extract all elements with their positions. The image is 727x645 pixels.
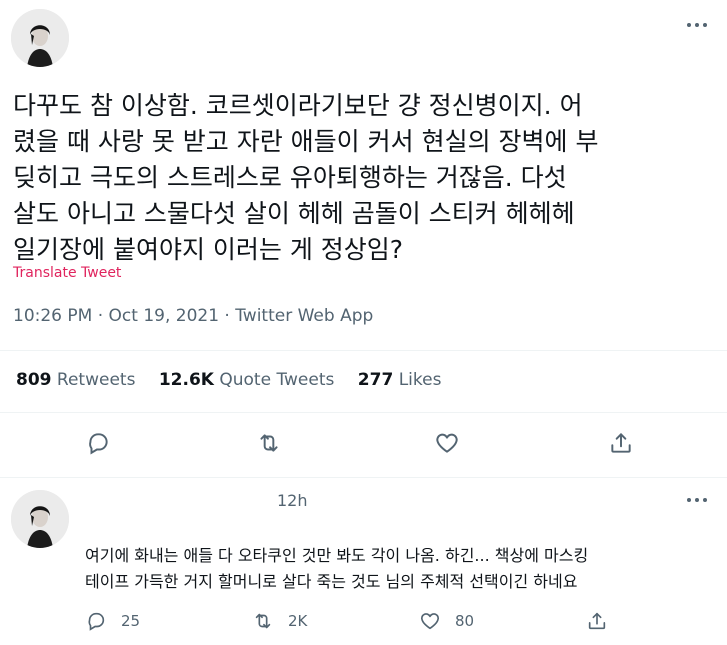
reply-retweet-button[interactable]: 2K [252,610,307,632]
reply-timestamp[interactable]: 12h [277,491,308,510]
reply-more-options-icon[interactable] [683,492,711,508]
reply-text-line: 여기에 화내는 애들 다 오타쿠인 것만 봐도 각이 나옴. 하긴... 책상에… [85,546,589,565]
reply-icon [88,612,105,631]
tweet-text-line: 살도 아니고 스물다섯 살이 헤헤 곰돌이 스티커 헤헤헤 [13,199,575,228]
tweet-text-line: 일기장에 붙여야지 이러는 게 정상임? [13,235,404,264]
likes-stat[interactable]: 277 Likes [358,370,442,390]
reply-reply-button[interactable]: 25 [85,610,140,632]
reply-share-button[interactable] [586,610,622,632]
reply-author-avatar[interactable] [11,490,69,548]
more-options-icon[interactable] [683,17,711,33]
reply-retweet-count: 2K [288,612,308,630]
divider [0,477,727,478]
retweets-label: Retweets [56,370,136,390]
reply-reply-count: 25 [121,612,141,630]
reply-like-count: 80 [455,612,475,630]
share-icon [588,612,606,630]
share-icon[interactable] [608,430,634,456]
likes-count: 277 [357,370,394,390]
retweets-count: 809 [16,370,52,390]
heart-icon[interactable] [434,430,460,456]
quote-tweets-count: 12.6K [158,370,214,390]
retweet-icon[interactable] [256,430,282,456]
tweet-text: 다꾸도 참 이상함. 코르셋이라기보단 걍 정신병이지. 어 렸을 때 사랑 못… [13,88,713,268]
reply-text-line: 테이프 가득한 거지 할머니로 살다 죽는 것도 님의 주체적 선택이긴 하네요 [85,572,578,591]
retweets-stat[interactable]: 809 Retweets [16,370,135,390]
reply-icon[interactable] [85,430,111,456]
tweet-timestamp[interactable]: 10:26 PM · Oct 19, 2021 · Twitter Web Ap… [13,306,373,326]
heart-icon [420,613,440,630]
translate-tweet-link[interactable]: Translate Tweet [13,265,121,281]
likes-label: Likes [398,370,442,390]
tweet-text-line: 렸을 때 사랑 못 받고 자란 애들이 커서 현실의 장벽에 부 [13,127,599,156]
divider [0,350,727,351]
retweet-icon [255,613,271,629]
divider [0,412,727,413]
reply-like-button[interactable]: 80 [419,610,474,632]
tweet-text-line: 다꾸도 참 이상함. 코르셋이라기보단 걍 정신병이지. 어 [13,91,583,120]
author-avatar[interactable] [11,9,69,67]
quote-tweets-label: Quote Tweets [219,370,335,390]
tweet-text-line: 딪히고 극도의 스트레스로 유아퇴행하는 거잖음. 다섯 [13,163,567,192]
reply-text: 여기에 화내는 애들 다 오타쿠인 것만 봐도 각이 나옴. 하긴... 책상에… [85,543,715,595]
quote-tweets-stat[interactable]: 12.6K Quote Tweets [159,370,335,390]
engagement-stats: 809 Retweets 12.6K Quote Tweets 277 Like… [16,370,459,390]
